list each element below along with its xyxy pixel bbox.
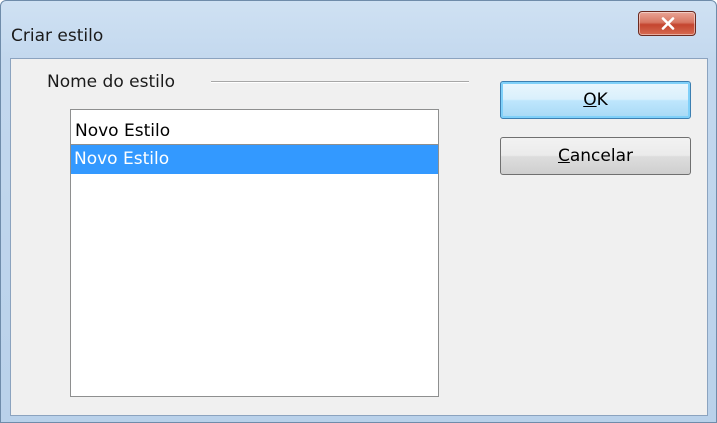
style-list[interactable]: Novo Estilo bbox=[70, 144, 439, 397]
cancel-button[interactable]: Cancelar bbox=[500, 137, 691, 175]
ok-mnemonic: O bbox=[583, 90, 597, 110]
style-name-group-label: Nome do estilo bbox=[47, 71, 183, 93]
close-x-icon bbox=[661, 17, 675, 30]
ok-button[interactable]: OK bbox=[500, 81, 691, 119]
dialog-body: Nome do estilo Novo Estilo OK Cancelar bbox=[10, 58, 708, 416]
cancel-mnemonic: C bbox=[557, 146, 570, 166]
title-bar[interactable]: Criar estilo bbox=[1, 1, 716, 46]
dialog-title: Criar estilo bbox=[11, 26, 104, 46]
close-button[interactable] bbox=[638, 11, 696, 36]
list-item[interactable]: Novo Estilo bbox=[71, 145, 438, 174]
create-style-dialog: Criar estilo Nome do estilo Novo Estilo … bbox=[0, 0, 717, 423]
ok-label-rest: K bbox=[596, 90, 608, 110]
style-name-input[interactable] bbox=[70, 109, 439, 145]
group-separator bbox=[211, 81, 469, 83]
cancel-label-rest: ancelar bbox=[569, 146, 633, 166]
